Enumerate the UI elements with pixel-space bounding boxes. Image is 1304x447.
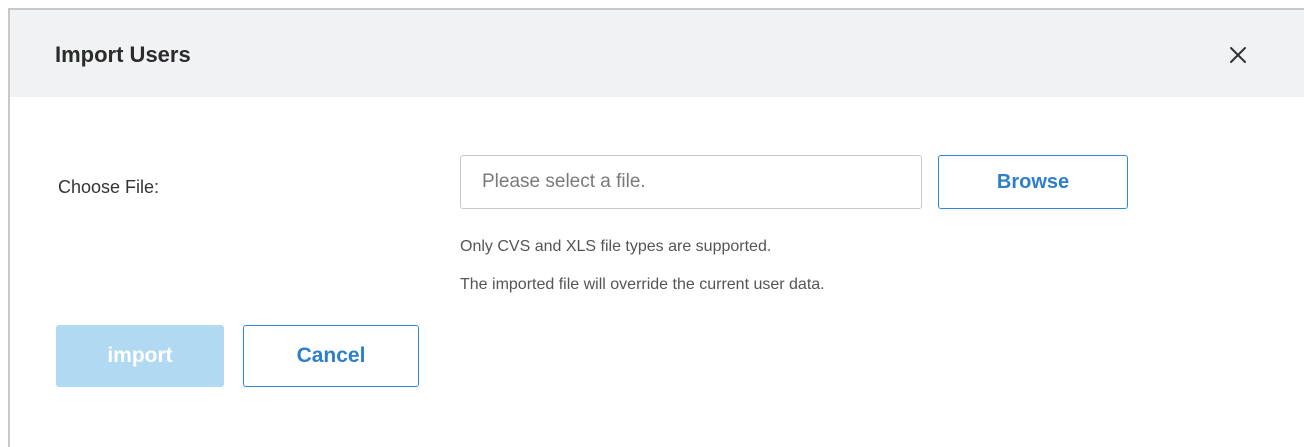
dialog-header: Import Users <box>10 10 1304 97</box>
close-icon <box>1224 41 1252 69</box>
browse-button[interactable]: Browse <box>938 155 1128 209</box>
override-warning-hint: The imported file will override the curr… <box>460 276 825 293</box>
choose-file-label: Choose File: <box>58 177 160 197</box>
import-button[interactable]: import <box>56 325 224 387</box>
close-button[interactable] <box>1224 41 1252 69</box>
cancel-button[interactable]: Cancel <box>243 325 419 387</box>
dialog-title: Import Users <box>55 42 191 67</box>
file-path-input[interactable] <box>460 155 922 209</box>
file-type-hint: Only CVS and XLS file types are supporte… <box>460 238 772 255</box>
import-users-dialog: Import Users Choose File: Browse Only CV… <box>8 8 1304 447</box>
